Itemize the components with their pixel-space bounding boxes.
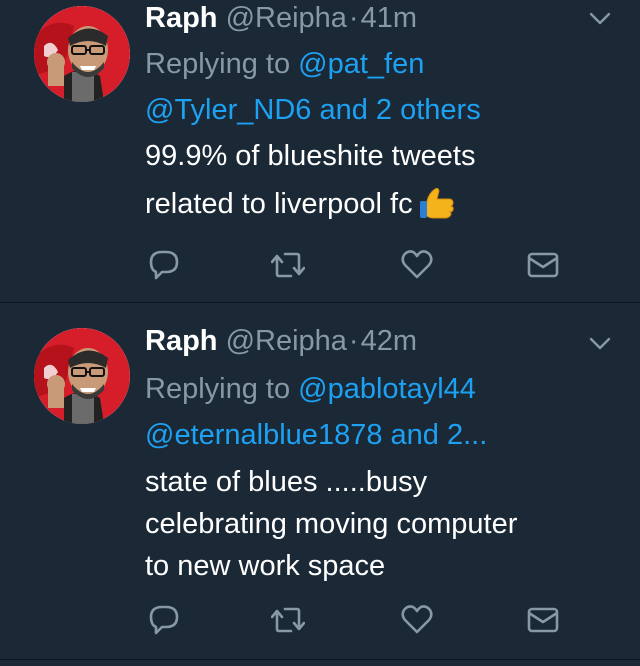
like-icon [401, 250, 433, 279]
message-icon [527, 252, 559, 278]
thumbs-up-icon [419, 185, 459, 219]
tweet-text-line: state of blues .....busy [145, 466, 428, 498]
reply-button[interactable] [147, 603, 181, 637]
tweet-text-line: to new work space [145, 550, 386, 582]
retweet-icon [271, 607, 305, 633]
timestamp[interactable]: 42m [361, 325, 417, 357]
like-button[interactable] [400, 248, 434, 282]
mention-link[interactable]: @pat_fen [298, 48, 424, 80]
user-handle[interactable]: @Reipha [226, 2, 347, 34]
separator-dot: · [348, 325, 359, 357]
tweet[interactable]: Raph @Reipha·42m Replying to @pablotayl4… [0, 303, 640, 660]
timestamp[interactable]: 41m [361, 2, 417, 34]
reply-icon [149, 605, 179, 635]
tweet-text-line-content: related to liverpool fc [145, 188, 413, 220]
reply-button[interactable] [147, 248, 181, 282]
mention-link[interactable]: @eternalblue1878 and 2... [145, 419, 487, 451]
like-button[interactable] [400, 603, 434, 637]
user-handle[interactable]: @Reipha [226, 325, 347, 357]
tweet-text: state of blues .....busy celebrating mov… [145, 461, 580, 587]
replying-to-prefix: Replying to [145, 373, 291, 405]
display-name[interactable]: Raph [145, 325, 218, 357]
tweet[interactable]: Raph @Reipha·41m Replying to @pat_fen @T… [0, 0, 640, 303]
chevron-down-icon [589, 12, 611, 25]
mention-link[interactable]: @Tyler_ND6 and 2 others [145, 94, 481, 126]
tweet-actions [145, 603, 640, 643]
tweet-text-line: 99.9% of blueshite tweets [145, 140, 476, 172]
replying-to-prefix: Replying to [145, 48, 291, 80]
tweet-text-line: celebrating moving computer [145, 508, 518, 540]
retweet-icon [271, 252, 305, 278]
replying-to-line-2: @eternalblue1878 and 2... [145, 413, 487, 457]
tweet-menu-button[interactable] [588, 8, 612, 28]
replying-to-line: Replying to @pat_fen [145, 42, 424, 86]
message-icon [527, 607, 559, 633]
message-button[interactable] [526, 603, 560, 637]
retweet-button[interactable] [271, 248, 305, 282]
tweet-menu-button[interactable] [588, 333, 612, 353]
tweet-text: 99.9% of blueshite tweets related to liv… [145, 134, 580, 226]
replying-to-line-2: @Tyler_ND6 and 2 others [145, 88, 481, 132]
avatar[interactable] [34, 6, 130, 102]
tweet-text-line: related to liverpool fc [145, 182, 580, 226]
display-name[interactable]: Raph [145, 2, 218, 34]
like-icon [401, 605, 433, 634]
separator-dot: · [348, 2, 359, 34]
retweet-button[interactable] [271, 603, 305, 637]
message-button[interactable] [526, 248, 560, 282]
tweet-header: Raph @Reipha·42m [145, 323, 417, 359]
tweet-actions [145, 248, 640, 288]
avatar[interactable] [34, 328, 130, 424]
reply-icon [149, 250, 179, 280]
replying-to-line: Replying to @pablotayl44 [145, 367, 476, 411]
mention-link[interactable]: @pablotayl44 [298, 373, 476, 405]
tweet-header: Raph @Reipha·41m [145, 0, 417, 36]
chevron-down-icon [589, 337, 611, 350]
